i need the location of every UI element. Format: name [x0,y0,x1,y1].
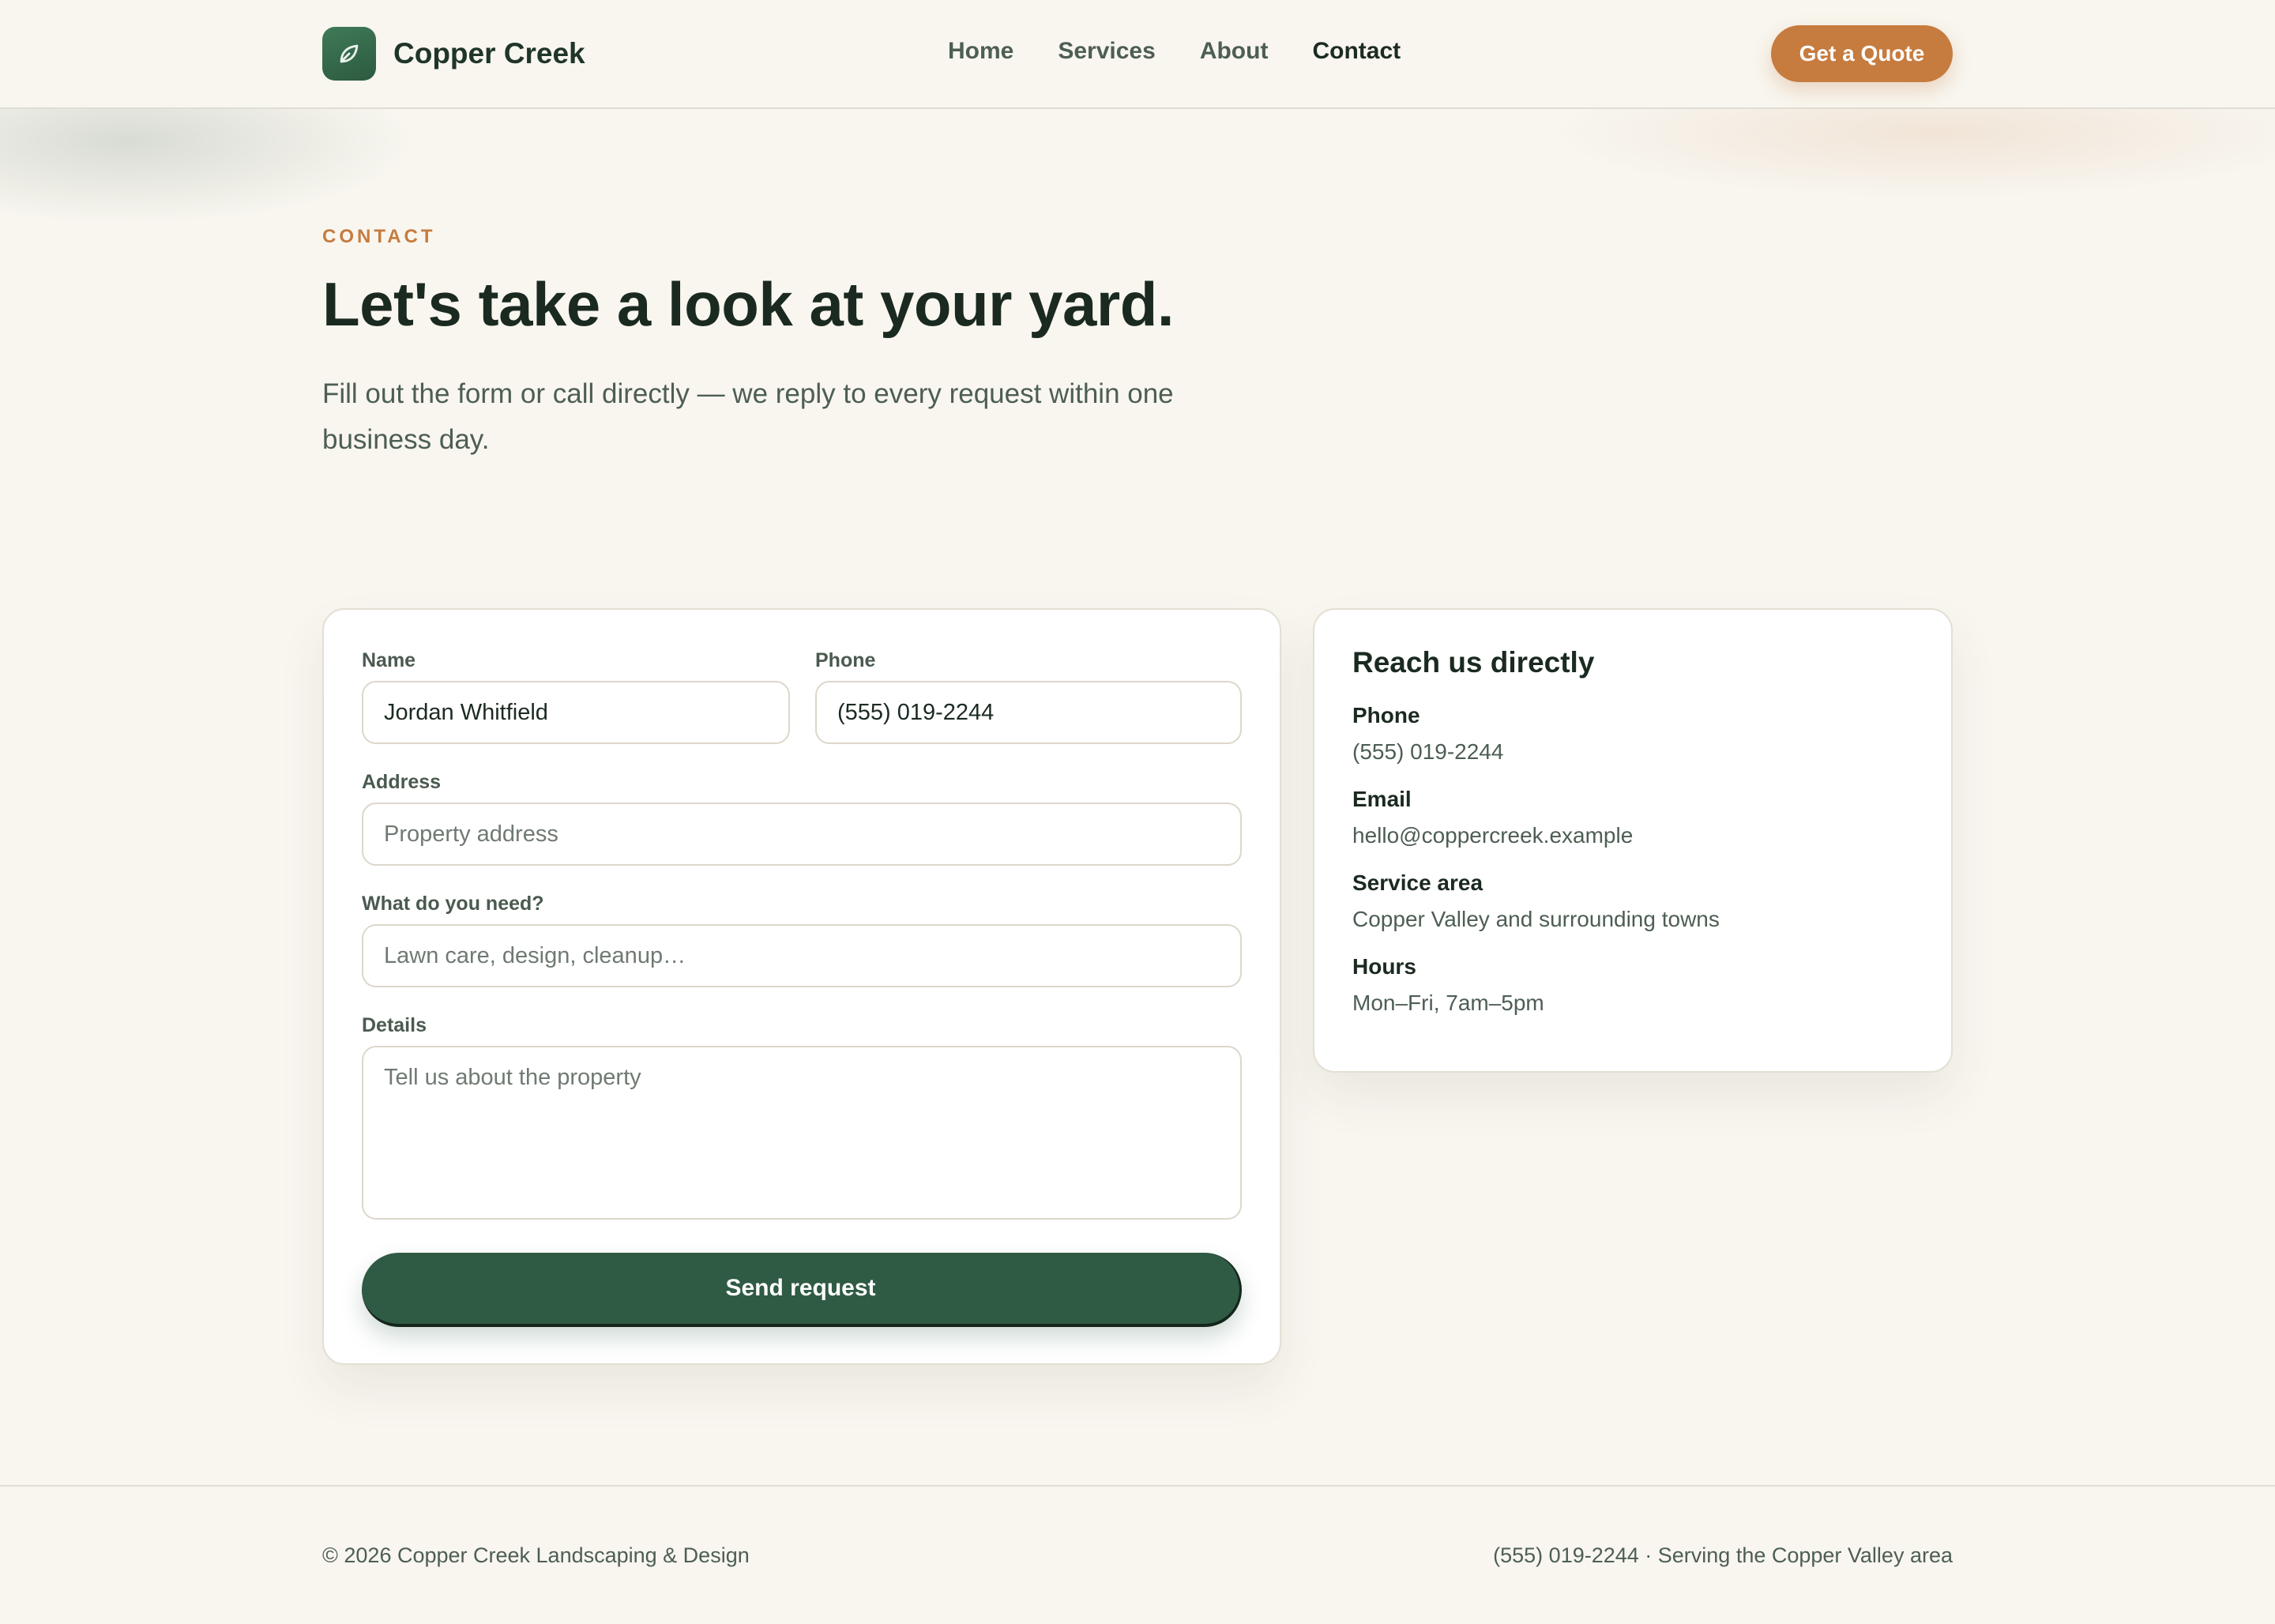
info-label: Service area [1352,870,1483,895]
info-label: Email [1352,787,1412,811]
phone-label: Phone [815,649,876,671]
nav-home[interactable]: Home [948,38,1013,65]
service-need-input[interactable] [362,924,1242,987]
page-subtitle: Fill out the form or call directly — we … [322,378,1174,455]
name-input[interactable] [362,681,790,744]
address-input[interactable] [362,803,1242,866]
address-label: Address [362,771,442,793]
contact-info-card: Reach us directly Phone (555) 019-2244 E… [1313,608,1953,1073]
details-textarea[interactable] [362,1046,1242,1220]
name-label: Name [362,649,416,671]
email-value[interactable]: hello@coppercreek.example [1352,823,1913,848]
nav-services[interactable]: Services [1058,38,1155,65]
send-request-button[interactable]: Send request [362,1253,1242,1327]
contact-info-title: Reach us directly [1352,646,1595,679]
leaf-icon [322,27,376,81]
contact-info-phone: Phone (555) 019-2244 [1352,703,1913,765]
service-area-value: Copper Valley and surrounding towns [1352,907,1720,931]
contact-info-hours: Hours Mon–Fri, 7am–5pm [1352,954,1913,1016]
get-quote-button[interactable]: Get a Quote [1771,25,1953,82]
contact-info-area: Service area Copper Valley and surroundi… [1352,870,1913,932]
brand[interactable]: Copper Creek [322,27,585,81]
contact-info-email: Email hello@coppercreek.example [1352,787,1913,848]
need-label: What do you need? [362,893,544,915]
main-nav: Home Services About Contact [948,38,1445,65]
page-title: Let's take a look at your yard. [322,269,1175,339]
footer-tagline: (555) 019-2244 · Serving the Copper Vall… [1493,1543,1953,1567]
phone-value[interactable]: (555) 019-2244 [1352,739,1913,765]
phone-input[interactable] [815,681,1242,744]
info-label: Phone [1352,703,1420,727]
hours-value: Mon–Fri, 7am–5pm [1352,991,1544,1015]
site-footer: © 2026 Copper Creek Landscaping & Design… [0,1485,2275,1624]
footer-copyright: © 2026 Copper Creek Landscaping & Design [322,1543,750,1567]
details-label: Details [362,1014,427,1036]
site-header: Copper Creek Home Services About Contact… [0,0,2275,109]
nav-about[interactable]: About [1200,38,1269,65]
nav-contact[interactable]: Contact [1312,38,1401,65]
brand-name: Copper Creek [393,37,585,70]
info-label: Hours [1352,954,1416,979]
request-form: Name Phone Address What do you need? Det… [322,608,1281,1365]
section-eyebrow: CONTACT [322,226,436,247]
